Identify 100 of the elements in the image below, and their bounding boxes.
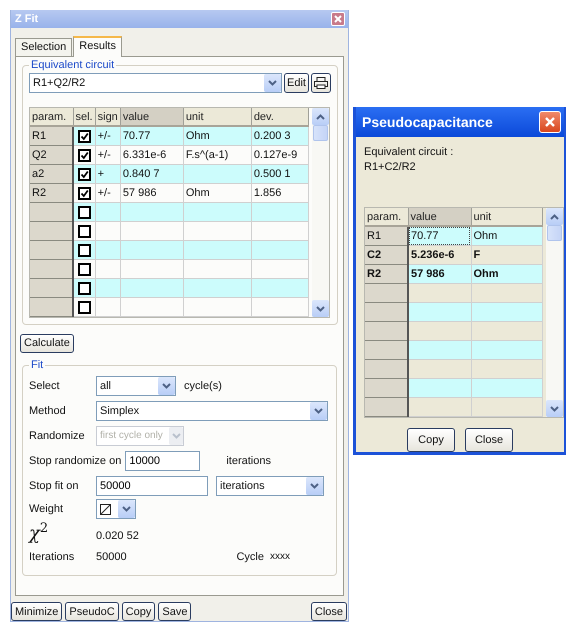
unit-label: cycle(s)	[184, 380, 222, 392]
table-cell	[120, 278, 184, 298]
table-cell: R2	[365, 264, 408, 284]
field-label: Randomize	[29, 430, 86, 442]
table-cell: Ohm	[183, 126, 252, 146]
column-header[interactable]: value	[120, 108, 184, 126]
checkbox[interactable]	[78, 300, 91, 314]
input-field[interactable]: 10000	[125, 450, 200, 470]
close-button[interactable]	[539, 111, 561, 133]
check-icon	[80, 170, 89, 178]
table-cell: a2	[30, 164, 73, 184]
caret-icon	[162, 382, 171, 388]
check-icon	[80, 132, 89, 140]
table-cell: Q2	[30, 146, 73, 164]
column-header[interactable]: dev.	[251, 108, 308, 126]
tab[interactable]: Results	[73, 36, 122, 57]
table-cell: 57 986	[408, 264, 471, 284]
table-cell: 70.77	[120, 126, 184, 146]
table-cell	[471, 378, 542, 398]
chi-square-symbol: χ$^{2}$	[29, 520, 50, 544]
button[interactable]: Save	[158, 602, 192, 621]
table-cell: +	[95, 164, 120, 184]
table-cell	[251, 202, 308, 222]
dropdown[interactable]	[96, 499, 136, 519]
field-label: Iterations	[29, 550, 76, 562]
scroll-thumb[interactable]	[546, 225, 562, 241]
calculate-button[interactable]: Calculate	[20, 334, 74, 352]
group-label: Equivalent circuit	[30, 59, 116, 71]
checkbox[interactable]	[78, 168, 91, 180]
slashed-square-icon	[100, 504, 111, 514]
table-cell	[365, 360, 408, 378]
button[interactable]: Copy	[407, 428, 455, 452]
table-cell	[251, 240, 308, 260]
table-cell	[471, 340, 542, 360]
caret-icon	[268, 80, 277, 86]
scroll-down-icon	[316, 306, 325, 312]
close-button[interactable]	[331, 12, 345, 26]
table-cell	[120, 240, 184, 260]
column-header[interactable]: sel.	[73, 108, 96, 126]
close-button[interactable]: Close	[310, 602, 347, 621]
table-cell	[251, 298, 308, 316]
scroll-thumb[interactable]	[312, 125, 328, 141]
table-cell: 70.77	[408, 226, 471, 246]
chi-square-value: 0.020 52	[96, 529, 139, 542]
table-cell: C2	[365, 246, 408, 264]
group-label: Fit	[30, 359, 44, 371]
scrollbar[interactable]	[312, 108, 329, 317]
field-label: Stop fit on	[29, 480, 80, 492]
checkbox[interactable]	[78, 186, 91, 200]
button[interactable]: Minimize	[11, 602, 62, 621]
circuit-label: Equivalent circuit :	[364, 145, 454, 160]
column-header[interactable]: value	[408, 208, 471, 226]
checkbox[interactable]	[78, 148, 91, 162]
column-header[interactable]: param.	[365, 208, 408, 226]
dropdown[interactable]: iterations	[216, 476, 324, 496]
close-icon	[544, 116, 556, 128]
checkbox[interactable]	[78, 206, 91, 218]
field-label: Select	[29, 380, 61, 392]
table-cell	[183, 164, 252, 184]
table-cell	[120, 202, 184, 222]
table-cell	[120, 298, 184, 316]
printer-icon	[314, 77, 328, 89]
tab[interactable]: Selection	[15, 38, 72, 56]
checkbox[interactable]	[78, 244, 91, 256]
checkbox[interactable]	[78, 130, 91, 142]
table-cell	[408, 398, 471, 416]
column-header[interactable]: param.	[30, 108, 73, 126]
column-header[interactable]: unit	[471, 208, 542, 226]
dropdown[interactable]: all	[96, 376, 176, 396]
checkbox[interactable]	[78, 262, 91, 276]
button[interactable]: Close	[465, 428, 513, 452]
print-button[interactable]	[310, 73, 331, 93]
table-cell	[183, 240, 252, 260]
button[interactable]: Copy	[122, 602, 156, 621]
checkbox[interactable]	[78, 282, 91, 294]
column-header[interactable]: sign	[95, 108, 120, 126]
caret-icon	[122, 506, 131, 512]
unit-label: iterations	[226, 454, 271, 466]
table-cell	[183, 278, 252, 298]
check-icon	[80, 150, 89, 160]
table-cell: 0.500 1	[251, 164, 308, 184]
caret-icon	[314, 408, 323, 414]
dropdown[interactable]: Simplex	[96, 400, 328, 420]
table-cell: 0.840 7	[120, 164, 184, 184]
table-cell: Ohm	[471, 264, 542, 284]
input-field[interactable]: 50000	[96, 476, 208, 496]
table-cell	[365, 284, 408, 302]
scrollbar[interactable]	[546, 208, 562, 417]
scroll-down-icon	[550, 406, 558, 412]
checkbox[interactable]	[78, 224, 91, 238]
button[interactable]: PseudoC	[65, 602, 119, 621]
table-cell: R1	[30, 126, 73, 146]
window-title: Z Fit	[15, 13, 38, 25]
caret-icon	[172, 432, 180, 438]
field-label: Stop randomize on	[29, 454, 122, 466]
dropdown[interactable]: R1+Q2/R2	[29, 73, 282, 93]
field-label: Cycle	[236, 550, 264, 562]
table-cell	[408, 302, 471, 322]
edit-button[interactable]: Edit	[284, 73, 309, 93]
column-header[interactable]: unit	[183, 108, 252, 126]
